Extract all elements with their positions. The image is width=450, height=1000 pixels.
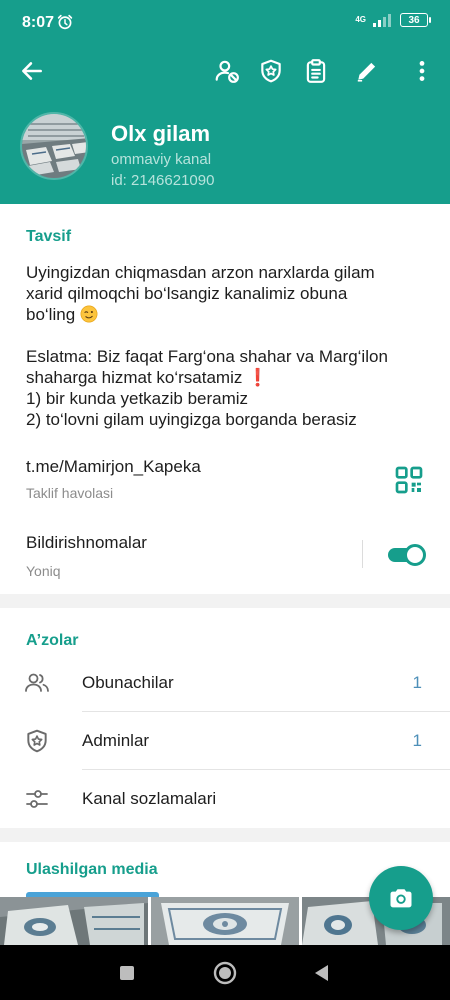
pencil-icon [357,62,376,82]
section-gap [0,594,450,608]
alarm-icon [57,14,73,30]
system-navigation-bar [0,945,450,1000]
more-options-button[interactable] [403,52,441,90]
channel-header: 8:07 4G 36 Olx gilam ommaviy kanal id: 2… [0,0,450,204]
channel-settings-row[interactable]: Kanal sozlamalari [0,770,450,828]
description-line: Uyingizdan chiqmasdan arzon narxlarda gi… [26,263,375,282]
admins-row[interactable]: Adminlar 1 [0,712,450,770]
section-gap [0,828,450,842]
channel-settings-label: Kanal sozlamalari [82,789,217,808]
admins-label: Adminlar [82,731,150,750]
qr-code-icon [395,466,423,494]
notifications-state: Yoniq [26,563,61,579]
recent-apps-button[interactable] [113,959,141,987]
clipboard-icon [306,59,326,83]
battery-level: 36 [408,14,420,26]
toolbar [0,52,450,90]
subscribers-label: Obunachilar [82,673,174,692]
back-button[interactable] [13,52,51,90]
arrow-back-icon [22,62,42,80]
admins-count: 1 [412,731,422,750]
more-vertical-icon [419,61,425,81]
channel-name: Olx gilam [111,121,211,146]
notifications-toggle[interactable] [386,543,426,567]
description-line: xarid qilmoqchi bo‘lsangiz kanalimiz obu… [26,284,348,303]
invite-link[interactable]: t.me/Mamirjon_Kapeka [26,457,201,477]
description-line: Eslatma: Biz faqat Farg‘ona shahar va Ma… [26,347,388,366]
qr-code-button[interactable] [393,464,425,496]
subscribers-count: 1 [412,673,422,692]
channel-id: id: 2146621090 [111,172,215,189]
toggle-knob [404,544,426,566]
channel-avatar[interactable] [20,112,88,180]
blocked-users-button[interactable] [208,52,246,90]
users-icon [25,673,49,692]
status-time: 8:07 [22,14,55,31]
media-thumbnail[interactable] [151,897,299,945]
status-bar: 8:07 4G 36 [0,0,450,46]
home-button[interactable] [211,959,239,987]
notifications-title[interactable]: Bildirishnomalar [26,533,147,553]
signal-icon [373,14,391,27]
triangle-back-icon [315,965,328,981]
channel-description[interactable]: Uyingizdan chiqmasdan arzon narxlarda gi… [26,262,426,430]
carpet-image [151,897,299,945]
circle-icon [213,961,237,985]
invite-link-label: Taklif havolasi [26,485,114,501]
media-thumbnail[interactable] [0,897,148,945]
description-line: 2) to‘lovni gilam uyingizga borganda ber… [26,410,357,429]
shared-media-title[interactable]: Ulashilgan media [26,861,158,879]
edit-button[interactable] [348,52,386,90]
divider [362,540,363,568]
network-type: 4G [355,15,366,24]
square-icon [120,966,134,980]
members-section-title: A’zolar [26,632,79,649]
subscribers-row[interactable]: Obunachilar 1 [0,654,450,712]
shield-star-icon [27,729,47,753]
battery-indicator: 36 [400,13,431,27]
exclamation-emoji-icon: ❗ [247,368,269,387]
channel-type: ommaviy kanal [111,151,212,168]
description-line: bo‘ling [26,305,76,324]
wink-emoji-icon [80,305,98,323]
system-back-button[interactable] [308,959,336,987]
description-section-title: Tavsif [26,228,72,245]
set-photo-button[interactable] [369,866,433,930]
camera-icon [390,889,412,908]
shield-star-icon [261,59,281,83]
carpet-image [0,897,148,945]
sliders-icon [26,790,48,808]
description-line: shaharga hizmat ko‘rsatamiz [26,368,243,387]
admin-rights-button[interactable] [252,52,290,90]
avatar-image [22,114,86,178]
description-line: 1) bir kunda yetkazib beramiz [26,389,249,408]
user-block-icon [215,60,239,83]
status-indicators: 4G 36 [355,13,431,27]
event-log-button[interactable] [297,52,335,90]
